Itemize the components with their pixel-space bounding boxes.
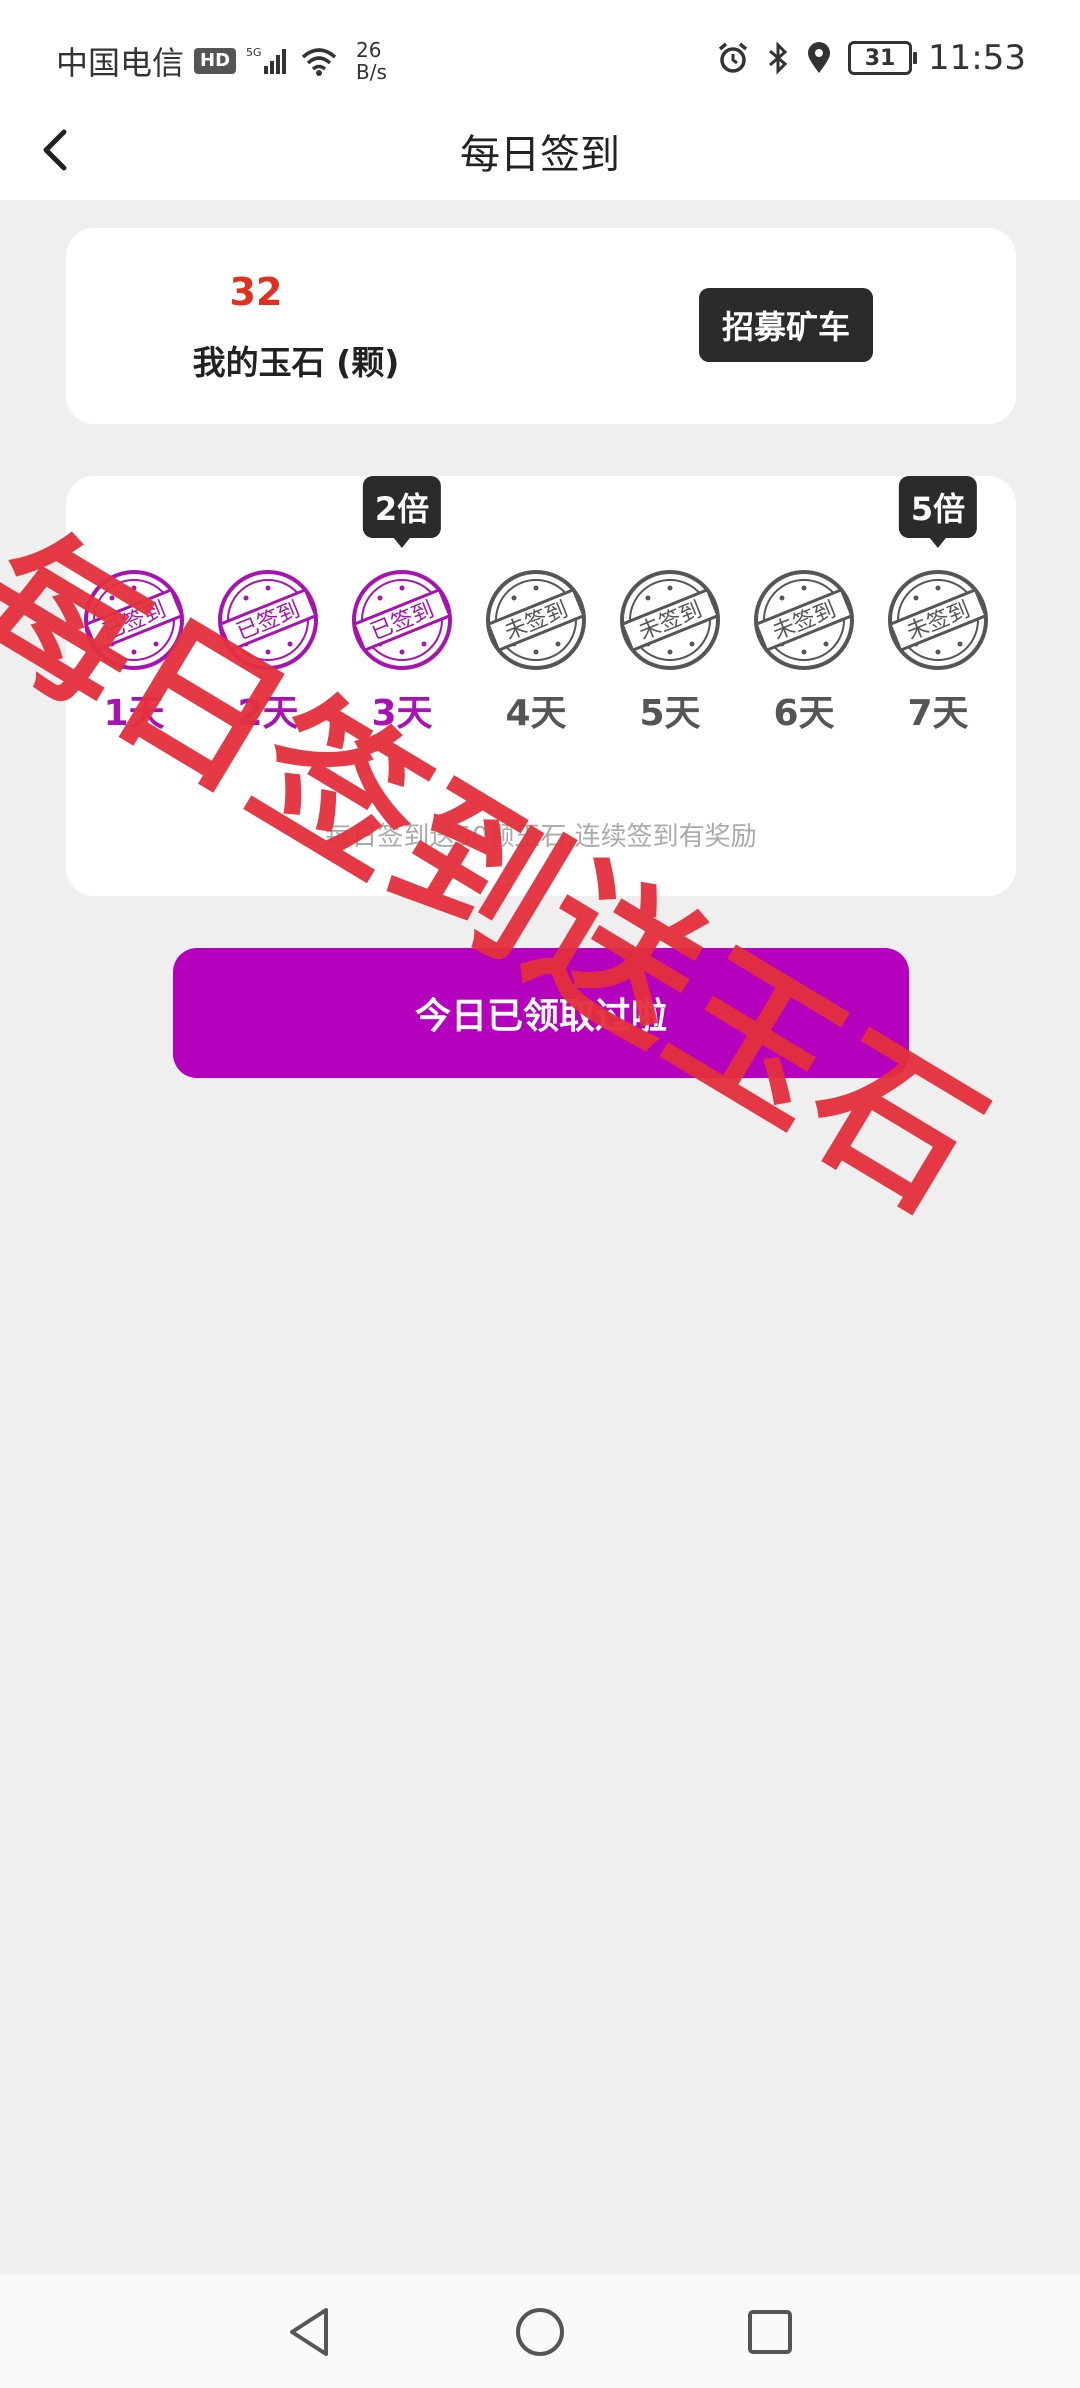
clock: 11:53	[928, 38, 1026, 78]
carrier-label: 中国电信	[56, 44, 185, 82]
unsigned-stamp-icon: 未签到	[486, 570, 586, 670]
signed-stamp-icon: 已签到	[218, 570, 318, 670]
day-label: 4天	[505, 693, 567, 734]
nav-bar: 每日签到	[0, 100, 1080, 200]
checkin-hint: 每日签到送50颗玉石,连续签到有奖励	[325, 822, 757, 852]
battery-level: 31	[864, 45, 896, 71]
day-label: 7天	[907, 693, 969, 734]
checkin-day: 2倍已签到 3天	[342, 476, 462, 736]
checkin-day: 未签到 6天	[744, 568, 864, 736]
day-label: 2天	[237, 693, 299, 734]
network-label: 5G	[246, 46, 262, 59]
system-nav-bar	[0, 2274, 1080, 2388]
day-label: 6天	[773, 693, 835, 734]
status-left: 中国电信 HD 5G 26 B/s	[56, 38, 387, 84]
speed-unit: B/s	[356, 60, 387, 84]
signed-stamp-icon: 已签到	[352, 570, 452, 670]
unsigned-stamp-icon: 未签到	[620, 570, 720, 670]
day-label: 5天	[639, 693, 701, 734]
page-title: 每日签到	[460, 132, 620, 178]
wifi-icon	[301, 48, 337, 76]
jade-label: 我的玉石 (颗)	[192, 343, 400, 382]
bluetooth-icon	[769, 41, 788, 75]
checkin-days: 已签到 1天 已签到 2天 2倍 已签到 3天 未签到 4天 未签到 5天 未签到 6天 5倍 未签到 7天	[66, 476, 1016, 768]
nav-back-icon[interactable]	[280, 2302, 340, 2362]
jade-count: 32	[229, 270, 283, 314]
jade-card: 32 我的玉石 (颗) 招募矿车	[66, 228, 1016, 424]
status-right: 31 11:53	[716, 38, 1026, 78]
unsigned-stamp-icon: 未签到	[888, 570, 988, 670]
day-label: 3天	[371, 693, 433, 734]
bonus-badge: 2倍	[362, 476, 442, 548]
nav-recents-icon[interactable]	[740, 2302, 800, 2362]
battery-indicator: 31	[848, 41, 918, 75]
location-icon	[808, 42, 831, 73]
checkin-day: 5倍未签到 7天	[878, 476, 998, 736]
signed-stamp-icon: 已签到	[84, 570, 184, 670]
speed-value: 26	[356, 38, 382, 62]
nav-home-icon[interactable]	[510, 2302, 570, 2362]
signal-icon: 5G	[246, 46, 287, 74]
claim-button[interactable]: 今日已领取过啦	[173, 948, 909, 1078]
alarm-icon	[718, 42, 748, 73]
checkin-card: 已签到 1天 已签到 2天 2倍 已签到 3天 未签到 4天 未签到 5天 未签到 6天 5倍 未签到 7天 …	[66, 476, 1016, 896]
checkin-day: 已签到 1天	[74, 568, 194, 736]
checkin-day: 已签到 2天	[208, 568, 328, 736]
checkin-day: 未签到 4天	[476, 568, 596, 736]
checkin-day: 未签到 5天	[610, 568, 730, 736]
unsigned-stamp-icon: 未签到	[754, 570, 854, 670]
hd-badge: HD	[194, 48, 237, 74]
day-label: 1天	[103, 693, 165, 734]
network-speed: 26 B/s	[356, 39, 387, 83]
recruit-miner-button[interactable]: 招募矿车	[699, 288, 873, 362]
bonus-badge: 5倍	[898, 476, 978, 548]
